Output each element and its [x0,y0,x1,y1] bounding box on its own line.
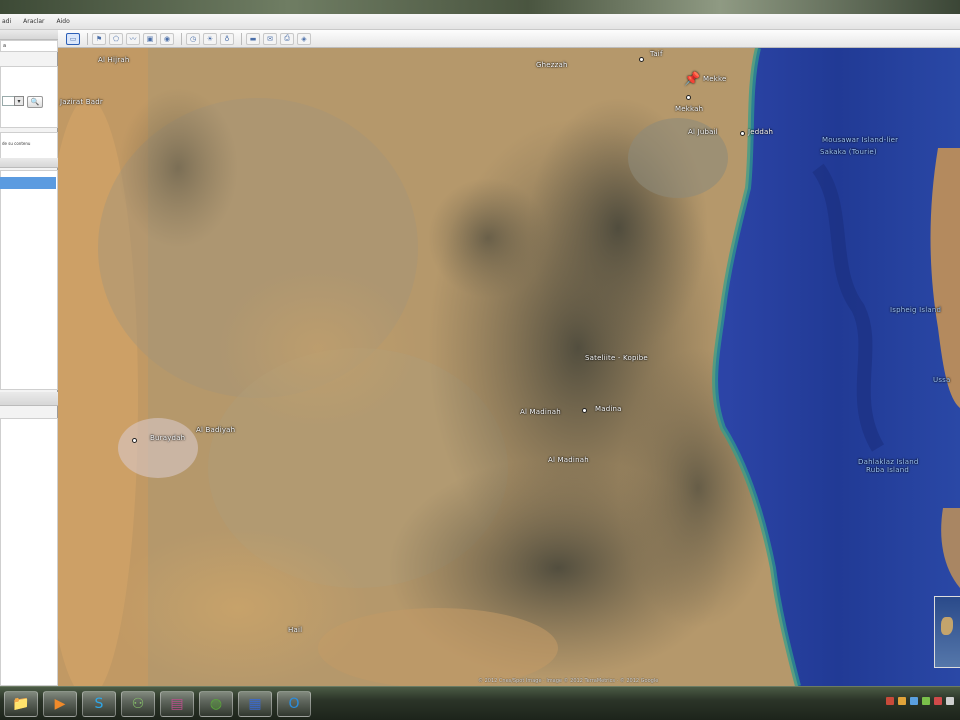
place-label[interactable]: Sakaka (Tourie) [820,148,877,156]
search-panel-header[interactable] [0,30,58,40]
place-label[interactable]: Al Madinah [520,408,561,416]
place-label[interactable]: Al Hijrah [98,56,130,64]
email-icon[interactable]: ✉ [263,32,277,45]
place-label[interactable]: Hail [288,626,302,634]
winrar-button[interactable]: ▤ [160,690,194,717]
city-marker [582,408,587,413]
path-icon[interactable]: 〰 [126,32,140,45]
tray-icon[interactable] [886,697,894,705]
network-button[interactable]: ⚇ [121,690,155,717]
place-label[interactable]: Madina [595,405,622,413]
search-dropdown-icon[interactable]: ▾ [14,96,24,106]
places-section: de su contenu [0,132,58,160]
search-tab-row: a [0,40,58,52]
city-marker [686,95,691,100]
media-player-button[interactable]: ▶ [43,690,77,717]
screen: adi Araclar Aido a ▾ 🔍 de su contenu ▭ ⚑ ⬠… [0,0,960,720]
city-marker [740,131,745,136]
tray-icon[interactable] [946,697,954,705]
toolbar: ▭ ⚑ ⬠ 〰 ▣ ◉ ◷ ☀ ♁ ▬ ✉ ⎙ ◈ [58,30,960,48]
camtasia-button[interactable]: ▦ [238,690,272,717]
overview-map[interactable] [934,596,960,668]
place-label[interactable]: Ruba Island [866,466,909,474]
toolbar-separator [241,32,242,45]
menu-item-edit[interactable]: adi [2,18,11,25]
menu-item-help[interactable]: Aido [57,18,70,25]
place-label[interactable]: Taif [650,50,663,58]
places-caption: de su contenu [2,141,31,146]
imagery-attribution: © 2012 Cnes/Spot Image · Image © 2012 Te… [478,678,659,684]
places-panel-header[interactable] [0,158,58,168]
desktop-background [0,0,960,14]
placemark-icon[interactable]: ⚑ [92,32,106,45]
place-label[interactable]: Al Madinah [548,456,589,464]
toolbar-separator [87,32,88,45]
place-label[interactable]: Mekke [703,75,727,83]
place-label[interactable]: Dahlaklaz Island [858,458,919,466]
maps-icon[interactable]: ◈ [297,32,311,45]
city-marker [639,57,644,62]
historical-imagery-icon[interactable]: ◷ [186,32,200,45]
place-label[interactable]: Al Jubail [688,128,718,136]
google-earth-button[interactable]: ◍ [199,690,233,717]
place-label[interactable]: Mekkah [675,105,703,113]
place-label[interactable]: Al Badiyah [196,426,235,434]
place-label[interactable]: Mousawar Island-lier [822,136,898,144]
menu-item-tools[interactable]: Araclar [23,18,44,25]
planet-icon[interactable]: ♁ [220,32,234,45]
place-label[interactable]: Ispheig Island [890,306,941,314]
place-label[interactable]: Buraydah [150,434,185,442]
place-label[interactable]: Ghezzah [536,61,568,69]
earth-map-view[interactable]: Al Hijrah Jazirat Badr Ghezzah Taif Mekke Mek… [58,48,960,686]
search-icon: 🔍 [30,98,40,106]
taskbar: 📁 ▶ S ⚇ ▤ ◍ ▦ O [0,686,960,720]
places-tree [0,170,58,390]
outlook-button[interactable]: O [277,690,311,717]
place-label[interactable]: Ussa [933,376,951,384]
layers-tree [0,418,58,686]
record-tour-icon[interactable]: ◉ [160,32,174,45]
sunlight-icon[interactable]: ☀ [203,32,217,45]
place-label[interactable]: Jazirat Badr [60,98,103,106]
polygon-icon[interactable]: ⬠ [109,32,123,45]
system-tray [882,697,954,705]
menu-bar: adi Araclar Aido [0,14,960,30]
layers-panel-header[interactable] [0,392,58,406]
tray-icon[interactable] [934,697,942,705]
tray-icon[interactable] [922,697,930,705]
hide-sidebar-icon[interactable]: ▭ [66,32,80,45]
windows-explorer-button[interactable]: 📁 [4,690,38,717]
print-icon[interactable]: ⎙ [280,32,294,45]
city-marker [132,438,137,443]
image-overlay-icon[interactable]: ▣ [143,32,157,45]
place-label[interactable]: Jeddah [748,128,773,136]
skype-button[interactable]: S [82,690,116,717]
search-tab-label[interactable]: a [1,43,6,49]
tray-icon[interactable] [910,697,918,705]
toolbar-separator [181,32,182,45]
ruler-icon[interactable]: ▬ [246,32,260,45]
tray-icon[interactable] [898,697,906,705]
selected-place-row[interactable] [0,177,56,189]
placemark-pin-icon[interactable]: 📌 [684,72,700,87]
place-label[interactable]: Sateliite - Kopibe [585,354,648,362]
sidebar-panel: a ▾ 🔍 de su contenu [0,30,58,686]
search-button[interactable]: 🔍 [27,96,43,108]
